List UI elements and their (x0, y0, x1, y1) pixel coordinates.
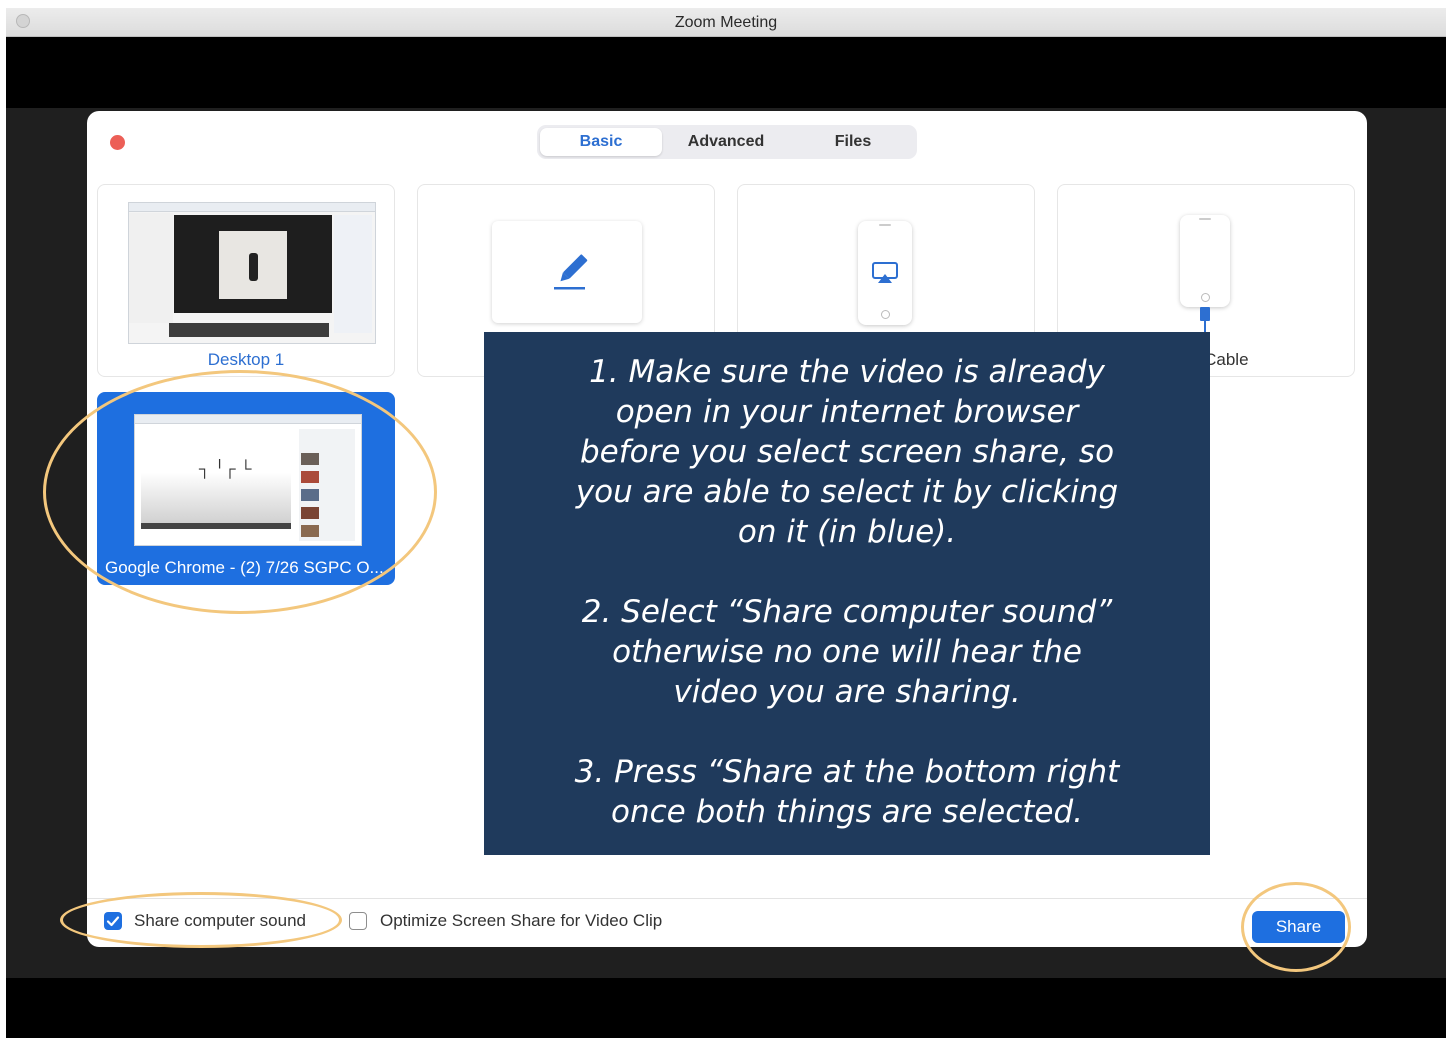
instruction-step-2: 2. Select “Share computer sound” otherwi… (581, 594, 1113, 710)
window-title: Zoom Meeting (674, 14, 778, 31)
iphone-preview (858, 221, 912, 325)
instruction-step-3: 3. Press “Share at the bottom right once… (574, 754, 1120, 830)
source-label: Desktop 1 (207, 350, 285, 369)
source-label: Google Chrome - (2) 7/26 SGPC O... (105, 558, 384, 577)
instruction-step-1: 1. Make sure the video is already open i… (575, 354, 1119, 550)
tab-basic[interactable]: Basic (540, 128, 662, 156)
tab-files[interactable]: Files (792, 128, 914, 156)
airplay-icon (872, 262, 898, 283)
source-google-chrome[interactable]: ┐ ╵┌ └ Google Chrome - (2) 7/26 SGPC O..… (97, 392, 395, 585)
optimize-video-checkbox[interactable] (349, 912, 367, 930)
close-dot-icon[interactable] (110, 135, 125, 150)
optimize-video-label[interactable]: Optimize Screen Share for Video Clip (380, 911, 662, 931)
title-bar: Zoom Meeting (6, 8, 1446, 37)
tab-advanced[interactable]: Advanced (665, 128, 787, 156)
share-sound-checkbox[interactable] (104, 912, 122, 930)
footer-divider (87, 898, 1367, 899)
share-button[interactable]: Share (1252, 911, 1345, 943)
share-sound-label[interactable]: Share computer sound (134, 911, 306, 931)
desktop-thumbnail (128, 202, 376, 344)
pencil-icon (554, 254, 588, 290)
instruction-overlay: 1. Make sure the video is already open i… (484, 332, 1210, 855)
whiteboard-preview (492, 221, 642, 323)
iphone-preview (1180, 215, 1230, 307)
checkmark-icon (106, 916, 120, 927)
chrome-thumbnail: ┐ ╵┌ └ (134, 414, 362, 546)
share-tabs: Basic Advanced Files (537, 125, 917, 159)
source-desktop-1[interactable]: Desktop 1 (97, 184, 395, 377)
zoom-window: Zoom Meeting Basic Advanced Files Deskto… (6, 8, 1446, 1038)
